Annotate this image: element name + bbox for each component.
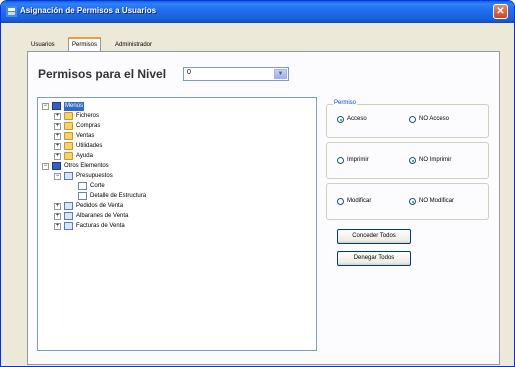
grant-all-button[interactable]: Conceder Todos — [337, 229, 411, 244]
document-icon — [64, 202, 73, 210]
tree-node-label: Menús — [64, 102, 85, 111]
tree-node-label: Compras — [76, 123, 101, 129]
expand-icon[interactable]: + — [54, 133, 61, 140]
app-icon — [6, 6, 17, 17]
tree-node-label: Corte — [90, 183, 105, 189]
radio-label: NO Modificar — [419, 198, 455, 204]
expand-icon[interactable]: + — [54, 213, 61, 220]
document-icon — [64, 222, 73, 230]
radio-label: NO Acceso — [419, 116, 450, 122]
level-select-value: 0 — [187, 69, 191, 76]
tree-node-label: Ficheros — [76, 113, 100, 119]
radio-label: Imprimir — [347, 157, 369, 163]
expand-icon[interactable]: + — [54, 153, 61, 160]
radio-dot[interactable] — [337, 157, 344, 164]
permiso-legend: Permiso — [333, 100, 358, 106]
tree-node-label: Otros Elementos — [64, 163, 109, 169]
page-title: Permisos para el Nivel — [38, 67, 167, 81]
radio-dot[interactable] — [409, 116, 416, 123]
permissions-tree[interactable]: − Menús + Ficheros + Compras + Ventas + … — [37, 97, 317, 351]
folder-icon — [64, 152, 73, 160]
folder-icon — [64, 112, 73, 120]
level-select[interactable]: 0 ▼ — [183, 67, 289, 81]
folder-icon — [64, 132, 73, 140]
expand-icon[interactable]: + — [54, 143, 61, 150]
tree-node-label: Ventas — [76, 133, 95, 139]
page-icon — [78, 182, 87, 190]
collapse-icon[interactable]: − — [54, 173, 61, 180]
main-window: Asignación de Permisos a Usuarios ✕ Usua… — [0, 0, 515, 367]
tab-administrador[interactable]: Administrador — [112, 38, 155, 52]
radio-dot[interactable] — [409, 157, 416, 164]
document-icon — [64, 212, 73, 220]
collapse-icon[interactable]: − — [42, 163, 49, 170]
tree-node-label: Detalle de Estructura — [90, 193, 147, 199]
tab-usuarios[interactable]: Usuarios — [28, 38, 58, 52]
document-icon — [64, 172, 73, 180]
radio-dot[interactable] — [409, 198, 416, 205]
tree-node-label: Pedidos de Venta — [76, 203, 124, 209]
page-icon — [78, 192, 87, 200]
folder-icon — [64, 122, 73, 130]
window-title: Asignación de Permisos a Usuarios — [20, 6, 157, 15]
chevron-down-icon[interactable]: ▼ — [274, 69, 287, 79]
expand-icon[interactable]: + — [54, 203, 61, 210]
elements-icon — [52, 162, 61, 170]
radio-label: Modificar — [347, 198, 372, 204]
radio-dot[interactable] — [337, 198, 344, 205]
menu-icon — [52, 102, 61, 110]
radio-dot[interactable] — [337, 116, 344, 123]
close-button[interactable]: ✕ — [493, 4, 508, 19]
expand-icon[interactable]: + — [54, 123, 61, 130]
close-icon: ✕ — [496, 6, 505, 17]
tree-node-label: Utilidades — [76, 143, 103, 149]
deny-all-button[interactable]: Denegar Todos — [337, 251, 411, 266]
collapse-icon[interactable]: − — [42, 103, 49, 110]
title-bar[interactable]: Asignación de Permisos a Usuarios ✕ — [1, 1, 514, 23]
expand-icon[interactable]: + — [54, 223, 61, 230]
expand-icon[interactable]: + — [54, 113, 61, 120]
radio-label: NO Imprimir — [419, 157, 452, 163]
tree-node-label: Ayuda — [76, 153, 93, 159]
tree-node-label: Presupuestos — [76, 173, 113, 179]
tree-node-label: Facturas de Venta — [76, 223, 125, 229]
folder-icon — [64, 142, 73, 150]
radio-label: Acceso — [347, 116, 367, 122]
tree-node-label: Albaranes de Venta — [76, 213, 129, 219]
